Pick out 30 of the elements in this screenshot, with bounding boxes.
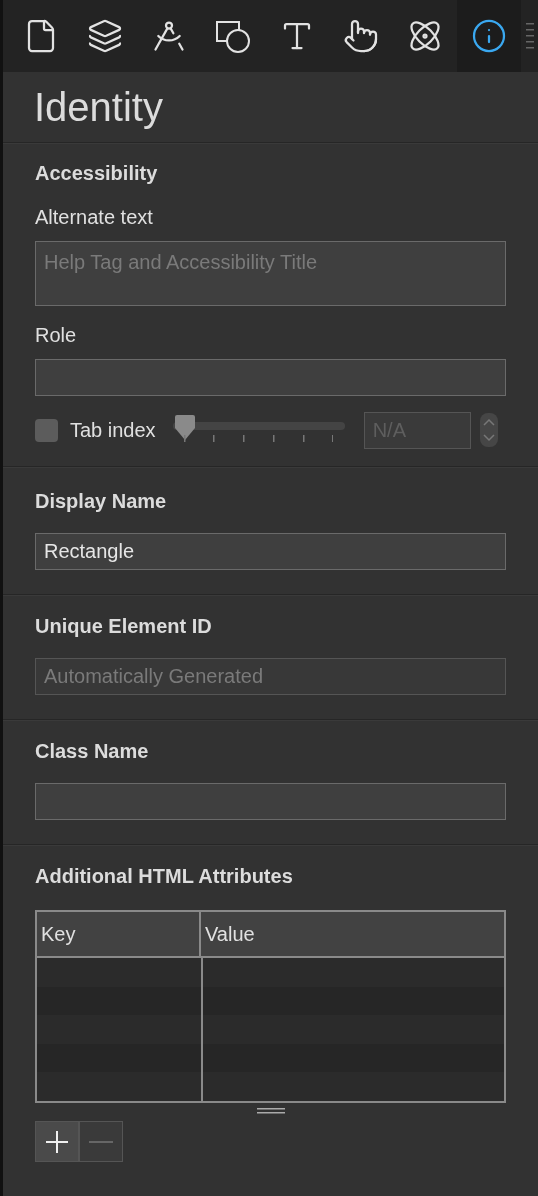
panel-title: Identity: [34, 84, 163, 131]
section-heading: Display Name: [35, 489, 168, 514]
field-label: Alternate text: [35, 205, 154, 230]
role-field[interactable]: [35, 359, 506, 396]
section-heading: Accessibility: [35, 161, 159, 186]
element-id-field[interactable]: Automatically Generated: [35, 658, 506, 695]
column-header[interactable]: Value: [201, 912, 504, 956]
resize-handle-icon[interactable]: [256, 1107, 285, 1115]
field-label: Role: [35, 323, 78, 348]
compass-icon: [151, 18, 187, 54]
tab-index-checkbox[interactable]: [35, 418, 58, 442]
section-heading: Class Name: [35, 739, 150, 764]
toolbar-tab[interactable]: [457, 0, 521, 72]
info-icon: [471, 18, 507, 54]
section-heading: Additional HTML Attributes: [35, 864, 294, 889]
alternate-text-field[interactable]: Help Tag and Accessibility Title: [35, 241, 506, 306]
shapes-icon: [215, 18, 251, 54]
grip-icon[interactable]: [525, 21, 535, 51]
layers-icon: [87, 18, 123, 54]
display-name-field[interactable]: Rectangle: [35, 533, 506, 570]
minus-icon: [89, 1140, 113, 1143]
plus-icon: [45, 1129, 69, 1154]
column-header[interactable]: Key: [37, 912, 201, 956]
hand-icon: [343, 18, 379, 54]
stepper-icon[interactable]: [479, 413, 498, 447]
section-heading: Unique Element ID: [35, 614, 213, 639]
atom-icon: [407, 18, 443, 54]
add-button[interactable]: [35, 1121, 79, 1162]
class-name-field[interactable]: [35, 783, 506, 820]
checkbox-label: Tab index: [70, 418, 156, 443]
